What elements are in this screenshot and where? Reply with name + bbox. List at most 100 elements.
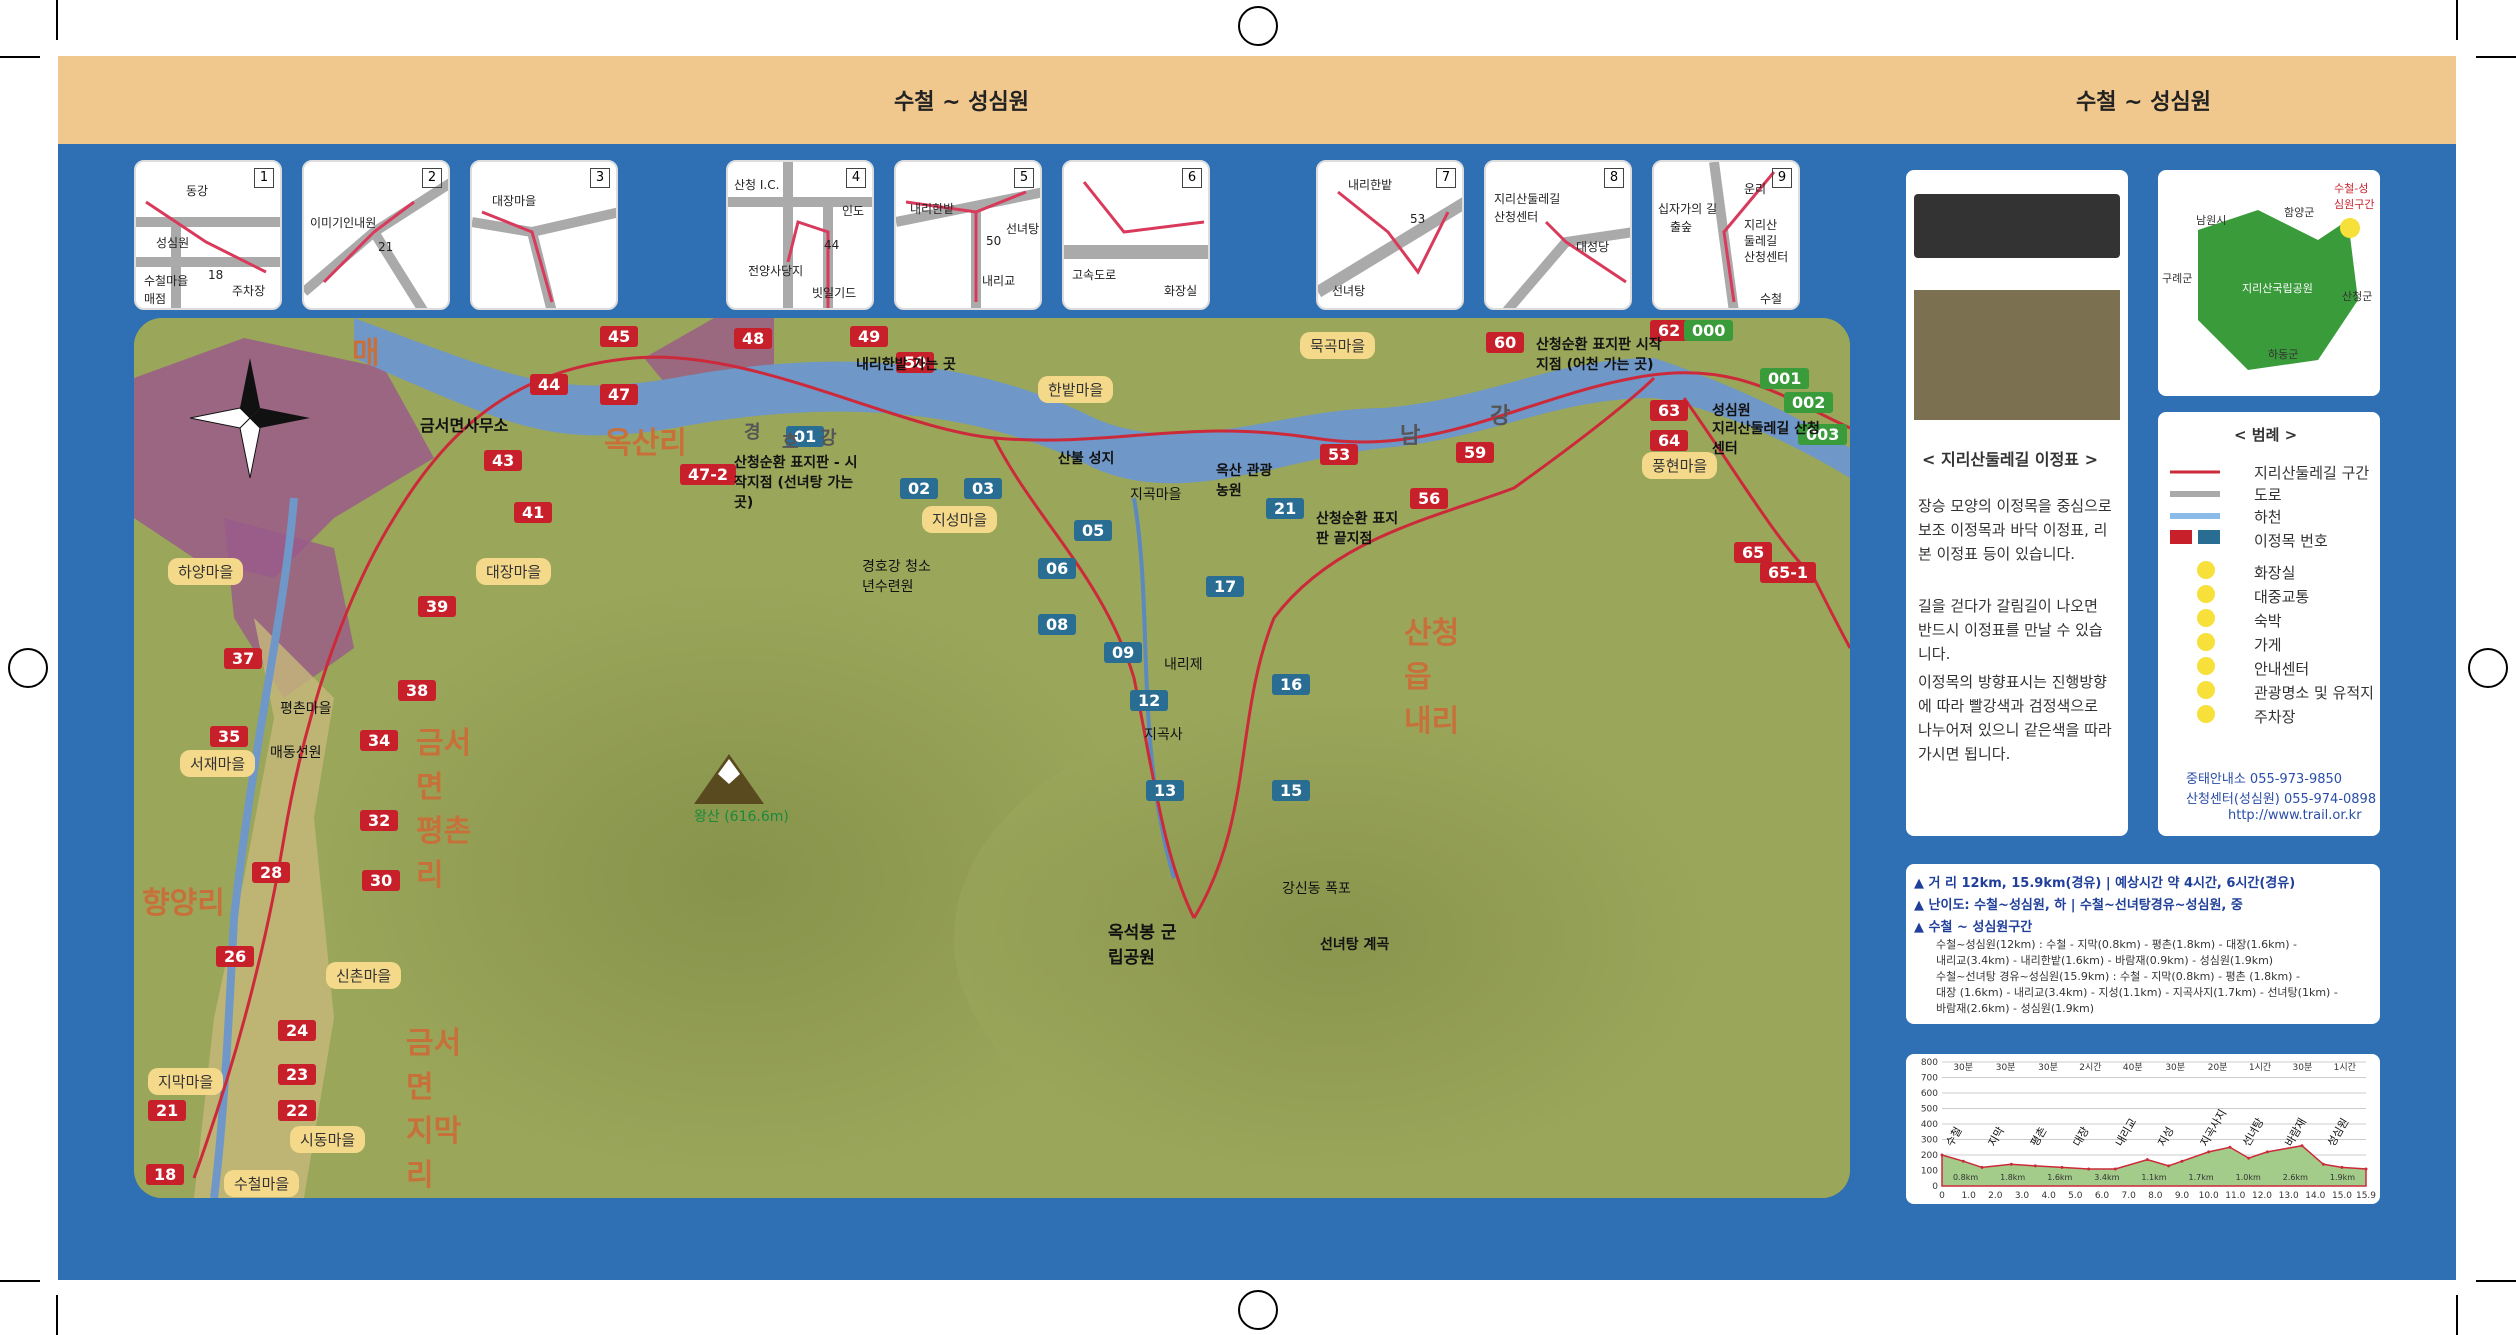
trail-sign-photo xyxy=(1914,194,2120,258)
sign-panel-p2: 길을 걷다가 갈림길이 나오면 반드시 이정표를 만날 수 있습니다. xyxy=(1918,597,2103,663)
village-label: 풍현마을 xyxy=(1642,452,1718,479)
map-label: 지곡사 xyxy=(1144,727,1183,743)
elevation-point xyxy=(2340,1165,2344,1169)
x-tick-label: 9.0 xyxy=(2175,1191,2190,1201)
inset-number: 3 xyxy=(590,168,610,188)
trail-marker-alt: 03 xyxy=(964,478,1003,499)
route-line: 대장 (1.6km) - 내리교(3.4km) - 지성(1.1km) - 지곡… xyxy=(1936,986,2338,999)
y-tick-label: 300 xyxy=(1921,1136,1938,1146)
elevation-point xyxy=(2060,1165,2064,1169)
trail-marker: 63 xyxy=(1650,400,1689,421)
crop-mark xyxy=(2456,0,2458,40)
inset-number: 4 xyxy=(846,168,866,188)
inset-label: 44 xyxy=(824,238,840,252)
trail-marker-alt: 13 xyxy=(1146,780,1185,801)
map-region-label: 강 xyxy=(1490,404,1511,429)
header-bar: 수철 ~ 성심원 수철 ~ 성심원 xyxy=(58,56,2456,144)
route-line: 바람재(2.6km) - 성심원(1.9km) xyxy=(1936,1002,2095,1015)
elevation-point xyxy=(2009,1162,2013,1166)
route-line: 수철~성심원(12km) : 수철 - 지막(0.8km) - 평촌(1.8km… xyxy=(1936,938,2297,951)
elevation-point xyxy=(2265,1150,2269,1154)
trail-marker: 60 xyxy=(1486,332,1525,353)
trail-marker: 22 xyxy=(278,1100,317,1121)
registration-mark xyxy=(2468,648,2508,688)
inset-number: 8 xyxy=(1604,168,1624,188)
trail-marker: 59 xyxy=(1456,442,1495,463)
village-label: 지성마을 xyxy=(922,506,998,533)
crop-mark xyxy=(2476,1280,2516,1282)
x-tick-label: 14.0 xyxy=(2305,1191,2325,1201)
segment-distance-label: 3.4km xyxy=(2094,1173,2119,1182)
inset-1: 1 동강 성심원 수철마을 매점 주차장 18 xyxy=(134,160,282,310)
crop-mark xyxy=(56,0,58,40)
inset-label: 지리산 xyxy=(1744,218,1778,232)
legend-item: 관광명소 및 유적지 xyxy=(2254,684,2374,702)
y-tick-label: 100 xyxy=(1921,1167,1938,1177)
map-label: 산청순환 표지판 시작지점 (어천 가는 곳) xyxy=(1536,337,1662,373)
trail-marker: 47 xyxy=(600,384,639,405)
elevation-point xyxy=(2167,1164,2171,1168)
route-distance: ▲ 거 리 12km, 15.9km(경유) | 예상시간 약 4시간, 6시간… xyxy=(1914,876,2296,891)
segment-distance-label: 1.8km xyxy=(2000,1173,2025,1182)
x-tick-label: 11.0 xyxy=(2225,1191,2245,1201)
inset-label: 고속도로 xyxy=(1072,268,1117,282)
sign-panel-p1: 장승 모양의 이정목을 중심으로 보조 이정목과 바닥 이정표, 리본 이정표 … xyxy=(1918,497,2112,563)
map-label: 성심원 xyxy=(1712,403,1751,419)
trail-marker-start: 002 xyxy=(1784,392,1834,413)
crop-mark xyxy=(2456,1295,2458,1335)
trail-marker-alt: 02 xyxy=(900,478,939,499)
trail-marker: 65 xyxy=(1734,542,1773,563)
overview-label: 함양군 xyxy=(2284,206,2315,219)
inset-label: 대성당 xyxy=(1576,240,1610,254)
elevation-point xyxy=(2087,1167,2091,1171)
overview-label: 구례군 xyxy=(2162,272,2193,285)
time-label: 40분 xyxy=(2123,1062,2143,1073)
sign-panel-p3: 이정목의 방향표시는 진행방향에 따라 빨강색과 검정색으로 나누어져 있으니 … xyxy=(1918,673,2112,763)
legend-contact: http://www.trail.or.kr xyxy=(2228,808,2362,823)
map-region-label: 남 xyxy=(1400,424,1421,449)
time-label: 30분 xyxy=(2293,1062,2313,1073)
trail-marker-start: 001 xyxy=(1760,368,1810,389)
x-tick-label: 4.0 xyxy=(2042,1191,2057,1201)
overview-label: 지리산국립공원 xyxy=(2242,282,2313,295)
inset-number: 5 xyxy=(1014,168,1034,188)
trail-marker: 28 xyxy=(252,862,291,883)
elevation-point xyxy=(2180,1159,2184,1163)
legend-item: 화장실 xyxy=(2254,564,2296,582)
trail-marker-alt: 12 xyxy=(1130,690,1169,711)
map-label: 지리산둘레길 산청센터 xyxy=(1712,421,1820,457)
map-label: 내리한밭 가는 곳 xyxy=(856,357,956,373)
legend-item: 이정목 번호 xyxy=(2254,532,2328,550)
overview-map: 남원시 함양군 수철-성심원구간 구례군 지리산국립공원 산청군 하동군 xyxy=(2158,170,2380,396)
legend-item: 하천 xyxy=(2254,508,2282,526)
header-right-title: 수철 ~ 성심원 xyxy=(2076,90,2211,115)
place-label: 대장 xyxy=(2071,1125,2092,1149)
trail-marker: 37 xyxy=(224,648,263,669)
map-label: 산청순환 표지판 - 시작지점 (선녀탕 가는 곳) xyxy=(734,455,858,511)
map-region-label: 강 xyxy=(820,428,837,449)
trail-marker-alt: 17 xyxy=(1206,576,1245,597)
place-label: 지막 xyxy=(1986,1125,2007,1149)
trail-marker-alt: 08 xyxy=(1038,614,1077,635)
sign-panel-title: < 지리산둘레길 이정표 > xyxy=(1922,450,2099,469)
inset-label: 화장실 xyxy=(1164,284,1198,298)
trail-marker: 21 xyxy=(148,1100,187,1121)
inset-label: 수철 xyxy=(1760,292,1783,306)
trail-marker: 64 xyxy=(1650,430,1689,451)
place-label: 지성 xyxy=(2155,1125,2176,1149)
route-line: 내리교(3.4km) - 내리한밭(1.6km) - 바람재(0.9km) - … xyxy=(1936,954,2274,967)
village-label: 하양마을 xyxy=(168,558,244,585)
map-terrain xyxy=(134,318,1850,1198)
trail-marker: 24 xyxy=(278,1020,317,1041)
place-label: 내리교 xyxy=(2113,1116,2139,1149)
map-label: 옥석봉 군립공원 xyxy=(1108,923,1177,968)
map-region-label: 금서면 지막리 xyxy=(406,1026,462,1193)
time-label: 30분 xyxy=(2038,1062,2058,1073)
inset-label: 선녀탕 xyxy=(1006,222,1040,236)
map-region-label: 금서면 평촌리 xyxy=(416,726,472,893)
inset-5: 5 내리한밭 50 선녀탕 내리교 xyxy=(894,160,1042,310)
segment-distance-label: 2.6km xyxy=(2283,1173,2308,1182)
inset-number: 6 xyxy=(1182,168,1202,188)
inset-6: 6 고속도로 화장실 xyxy=(1062,160,1210,310)
time-label: 2시간 xyxy=(2079,1062,2101,1073)
